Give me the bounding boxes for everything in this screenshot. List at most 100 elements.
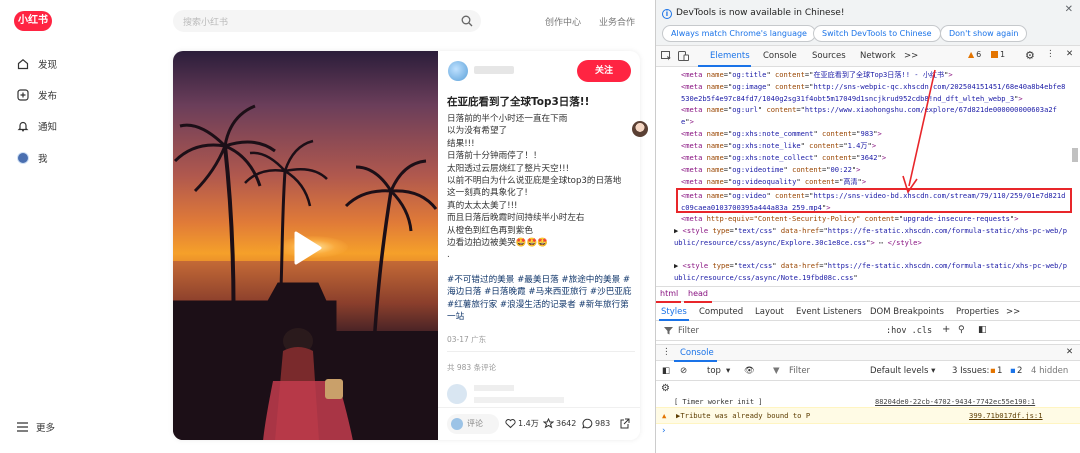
dom-line[interactable]: <meta http-equiv="Content-Security-Polic… [681,213,1018,225]
tab-computed[interactable]: Computed [699,307,743,317]
collect-button[interactable]: 3642 [543,418,576,429]
note-line: 太阳透过云层烧红了整片天空!!! [447,163,570,174]
close-icon[interactable]: ✕ [1065,4,1073,15]
dom-line[interactable]: ▶ <style type="text/css" data-href="http… [674,260,1067,283]
sidebar-item-label: 发布 [38,91,58,102]
more-tabs-button[interactable]: >> [1006,307,1020,317]
sidebar-toggle-icon[interactable]: ◧ [662,366,670,376]
share-icon[interactable] [619,418,630,429]
search-placeholder: 搜索小红书 [183,18,229,28]
tab-sources[interactable]: Sources [812,51,846,61]
sidebar-item-me[interactable]: 我 [17,150,48,166]
log-source[interactable]: 88204de0-22cb-4702-9434-7742ec55e190:1 [875,398,1035,406]
crumb-html[interactable]: html [660,289,678,298]
match-language-button[interactable]: Always match Chrome's language [662,25,816,42]
switch-chinese-button[interactable]: Switch DevTools to Chinese [813,25,941,42]
gear-icon[interactable]: ⚙ [661,383,672,394]
log-message: [ Timer worker init ] [674,398,763,406]
hamburger-icon [17,422,28,432]
play-icon[interactable] [287,229,325,267]
search-input[interactable]: 搜索小红书 [173,10,481,32]
drawer-tabbar: ⋮ Console ✕ [656,344,1080,362]
tab-console[interactable]: Console [763,51,797,61]
device-toggle-icon[interactable] [678,51,689,61]
note-line: 边看边拍边被美哭🤩🤩🤩 [447,238,548,249]
sidebar-item-publish[interactable]: 发布 [17,87,57,103]
commenter-avatar[interactable] [447,384,467,404]
nav-creator-center[interactable]: 创作中心 [545,15,581,28]
tab-layout[interactable]: Layout [755,307,784,317]
crumb-head[interactable]: head [688,289,708,298]
styles-filter-bar: Filter :hov .cls + ⚲ ◧ [656,321,1080,341]
console-prompt[interactable]: › [662,426,666,436]
tab-styles[interactable]: Styles [661,307,687,317]
error-count: 1 [1000,50,1006,59]
drawer-menu-icon[interactable]: ⋮ [662,347,671,357]
kebab-icon[interactable]: ⋮ [1046,49,1055,59]
issues-info-count: 2 [1017,366,1023,376]
inspect-icon[interactable] [661,51,672,61]
tab-event-listeners[interactable]: Event Listeners [796,307,862,317]
dom-line[interactable]: <meta name="og:xhs:note_collect" content… [681,152,886,164]
clear-console-icon[interactable]: ⊘ [680,366,687,376]
sidebar-item-notify[interactable]: 通知 [17,118,57,134]
comment-text-blurred [474,397,564,403]
comment-button[interactable]: 983 [582,418,610,429]
tab-console-drawer[interactable]: Console [680,348,714,358]
element-state-icon[interactable]: ⚲ [958,325,965,335]
elements-tree[interactable]: <meta name="og:title" content="在亚庇看到了全球T… [656,67,1071,285]
search-icon[interactable] [461,15,473,27]
dom-line[interactable]: <meta name="og:url" content="https://www… [681,104,1066,127]
nav-business[interactable]: 业务合作 [599,15,635,28]
dont-show-button[interactable]: Don't show again [940,25,1028,42]
log-message[interactable]: ▶Tribute was already bound to P [676,411,810,420]
note-tags[interactable]: #不可错过的美景 #最美日落 #旅途中的美景 #海边日落 #日落晚霞 #马来西亚… [447,274,635,324]
sidebar-item-label: 发现 [38,60,58,71]
warning-icon: ▲ [968,50,975,59]
author-avatar[interactable] [448,61,468,81]
eye-icon[interactable]: 👁 [744,366,755,376]
breadcrumb: html head [656,286,1080,303]
styles-filter-input[interactable]: Filter [678,326,699,336]
close-drawer-icon[interactable]: ✕ [1066,347,1073,357]
comment-input[interactable]: 评论 [447,414,499,434]
scrollbar[interactable] [1072,148,1078,162]
tab-dom-breakpoints[interactable]: DOM Breakpoints [870,307,944,317]
note-video[interactable] [173,51,438,440]
devtools-tabbar: Elements Console Sources Network >> ▲ 6 1… [656,46,1080,67]
warning-count: 6 [976,50,982,59]
console-log-row: [ Timer worker init ] 88204de0-22cb-4702… [656,398,1080,407]
dom-line[interactable]: <meta name="og:videotime" content="00:22… [681,164,860,176]
error-badge[interactable]: 1 [991,50,1005,59]
log-levels-select[interactable]: Default levels ▾ [870,366,935,376]
follow-button[interactable]: 关注 [577,60,631,82]
like-button[interactable]: 1.4万 [505,418,539,429]
hov-cls-toggles[interactable]: :hov .cls [886,326,932,336]
context-select[interactable]: top [707,366,721,376]
site-logo[interactable]: 小红书 [14,11,52,31]
error-icon [991,51,998,58]
dom-line[interactable]: <meta name="og:xhs:note_like" content="1… [681,140,876,152]
sidebar-item-discover[interactable]: 发现 [17,56,57,72]
floating-user-avatar[interactable] [632,121,648,137]
filter-icon: ▼ [773,366,780,376]
note-line: 日落前十分钟雨停了！！ [447,151,542,162]
author-name-blurred[interactable] [474,66,514,74]
warning-badge[interactable]: ▲ 6 [968,50,981,59]
tab-elements[interactable]: Elements [710,51,750,61]
sidebar-toggle-icon[interactable]: ◧ [978,325,987,335]
dom-line[interactable]: <meta name="og:xhs:note_comment" content… [681,128,882,140]
log-source[interactable]: 399.71b017df.js:1 [969,411,1043,420]
tab-properties[interactable]: Properties [956,307,999,317]
more-menu[interactable]: 更多 [17,420,55,434]
dom-line[interactable]: <meta name="og:videoquality" content="高清… [681,176,866,188]
console-filter-input[interactable]: Filter [789,366,810,376]
new-rule-icon[interactable]: + [942,324,950,335]
dom-line[interactable]: <meta name="og:image" content="http://sn… [681,81,1066,104]
gear-icon[interactable]: ⚙ [1025,49,1035,62]
more-tabs-button[interactable]: >> [904,51,918,61]
issues-label[interactable]: 3 Issues: [952,366,989,376]
tab-network[interactable]: Network [860,51,896,61]
dom-line[interactable]: ▶ <style type="text/css" data-href="http… [674,225,1067,248]
close-devtools-icon[interactable]: ✕ [1066,49,1073,59]
